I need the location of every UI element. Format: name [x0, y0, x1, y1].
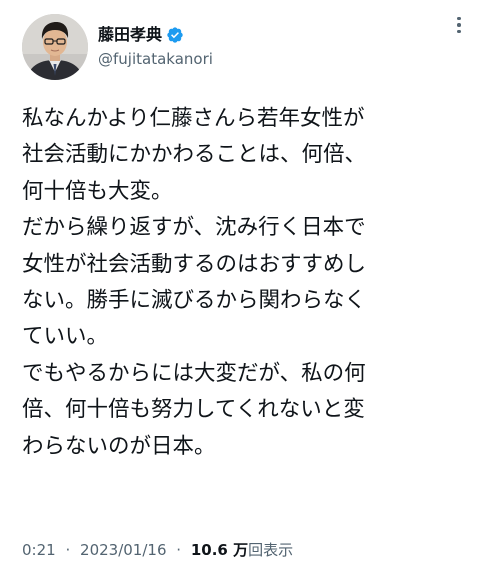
meta-separator: ·: [65, 541, 71, 559]
tweet-line: 女性が社会活動するのはおすすめし: [22, 251, 367, 277]
avatar[interactable]: [22, 14, 88, 80]
avatar-photo: [22, 14, 88, 80]
tweet-meta: 0:21 · 2023/01/16 · 10.6 万回表示: [22, 538, 293, 562]
meta-separator: ·: [176, 541, 182, 559]
tweet: 藤田孝典 @fujitatakanori 私なんかより仁藤さんら若年女性が 社会…: [0, 0, 480, 577]
tweet-line: ていい。: [22, 324, 109, 350]
display-name[interactable]: 藤田孝典: [98, 24, 162, 46]
verified-badge-icon: [166, 26, 184, 44]
author-names: 藤田孝典 @fujitatakanori: [98, 24, 213, 70]
tweet-time[interactable]: 0:21: [22, 541, 56, 559]
tweet-header: 藤田孝典 @fujitatakanori: [22, 14, 213, 80]
tweet-date[interactable]: 2023/01/16: [80, 541, 166, 559]
tweet-line: 社会活動にかかわることは、何倍、: [22, 142, 367, 168]
tweet-line: わらないのが日本。: [22, 433, 216, 459]
views-label: 回表示: [248, 541, 294, 559]
tweet-line: ない。勝手に滅びるから関わらなく: [22, 287, 367, 313]
more-options-icon[interactable]: [448, 10, 470, 40]
tweet-line: でもやるからには大変だが、私の何: [22, 360, 366, 386]
name-row: 藤田孝典: [98, 24, 213, 46]
tweet-line: だから繰り返すが、沈み行く日本で: [22, 215, 366, 241]
author-handle[interactable]: @fujitatakanori: [98, 48, 213, 70]
tweet-line: 倍、何十倍も努力してくれないと変: [22, 397, 365, 423]
tweet-line: 私なんかより仁藤さんら若年女性が: [22, 106, 365, 131]
views-count: 10.6 万: [190, 541, 249, 559]
tweet-text: 私なんかより仁藤さんら若年女性が 社会活動にかかわることは、何倍、 何十倍も大変…: [22, 101, 472, 465]
tweet-line: 何十倍も大変。: [22, 178, 173, 204]
